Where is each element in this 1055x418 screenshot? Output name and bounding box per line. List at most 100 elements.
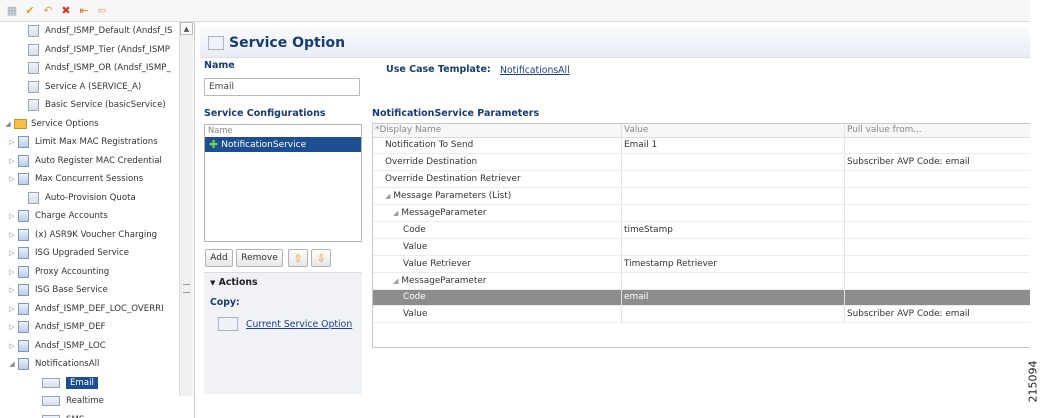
service-config-item[interactable]: ✚ NotificationService: [205, 137, 361, 152]
add-button[interactable]: Add: [205, 249, 233, 267]
cell-value[interactable]: [622, 238, 845, 255]
document-icon: [18, 210, 29, 223]
use-case-link[interactable]: NotificationsAll: [500, 65, 570, 76]
cell-pull-value[interactable]: [845, 239, 1030, 255]
cell-pull-value[interactable]: Subscriber AVP Code: email: [845, 306, 1030, 322]
collapsed-twisty-icon[interactable]: ▷: [8, 212, 16, 220]
copy-action[interactable]: Current Service Option: [218, 317, 362, 331]
cell-value[interactable]: [622, 205, 845, 221]
move-up-button[interactable]: ⇧: [288, 249, 308, 267]
collapsed-twisty-icon[interactable]: ▷: [8, 175, 16, 183]
tree-item[interactable]: ▷ (x) ASR9K Voucher Charging: [0, 226, 194, 245]
save-icon[interactable]: ✔: [24, 5, 36, 17]
collapsed-twisty-icon[interactable]: ▷: [8, 249, 16, 257]
column-header-display-name[interactable]: *Display Name: [373, 124, 622, 137]
copy-icon[interactable]: ⇤: [78, 5, 90, 17]
table-row[interactable]: Override Destination Retriever: [373, 171, 1030, 189]
scroll-up-icon[interactable]: ▲: [180, 22, 193, 35]
collapsed-twisty-icon[interactable]: ▷: [8, 286, 16, 294]
table-row[interactable]: ◢ Message Parameters (List): [373, 188, 1030, 206]
table-row[interactable]: Code email: [373, 289, 1030, 307]
delete-icon[interactable]: ✖: [60, 5, 72, 17]
tree-item-label: Service Options: [31, 118, 99, 129]
collapsed-twisty-icon[interactable]: ▷: [8, 231, 16, 239]
cell-pull-value[interactable]: [845, 290, 1030, 306]
cell-pull-value[interactable]: [845, 171, 1030, 187]
tree-item[interactable]: ▷ Auto Register MAC Credential: [0, 152, 194, 171]
move-down-button[interactable]: ⇩: [311, 249, 331, 267]
expanded-twisty-icon[interactable]: ◢: [8, 360, 16, 368]
tree-item[interactable]: ▷ Proxy Accounting: [0, 263, 194, 282]
cell-value[interactable]: email: [622, 289, 845, 306]
table-row[interactable]: ◢ MessageParameter: [373, 272, 1030, 290]
tree-item[interactable]: ▷ Andsf_ISMP_LOC: [0, 337, 194, 356]
name-input[interactable]: Email: [204, 78, 360, 96]
tree-item[interactable]: ▷ Andsf_ISMP_DEF_LOC_OVERRI: [0, 300, 194, 319]
table-row[interactable]: Value: [373, 238, 1030, 256]
tree-item[interactable]: ▷ ISG Base Service: [0, 281, 194, 300]
tree-item[interactable]: Basic Service (basicService): [0, 96, 194, 115]
tree-item-label: Max Concurrent Sessions: [35, 174, 144, 185]
table-row[interactable]: Override Destination Subscriber AVP Code:…: [373, 154, 1030, 172]
tree-item[interactable]: ◢ NotificationsAll: [0, 355, 194, 374]
collapsed-twisty-icon[interactable]: ▷: [8, 342, 16, 350]
column-header-value[interactable]: Value: [622, 124, 845, 137]
tree-item[interactable]: Realtime: [0, 392, 194, 411]
main-panel: Service Option Name Email Use Case Templ…: [200, 22, 1030, 418]
tree-scrollbar[interactable]: ▲: [179, 22, 193, 396]
expanded-twisty-icon[interactable]: ◢: [385, 192, 390, 200]
tree-item[interactable]: ▷ Max Concurrent Sessions: [0, 170, 194, 189]
tree-item[interactable]: ▷ Andsf_ISMP_DEF: [0, 318, 194, 337]
tree-item[interactable]: ◢ Service Options: [0, 115, 194, 134]
tree-item[interactable]: Andsf_ISMP_OR (Andsf_ISMP_: [0, 59, 194, 78]
tree-item[interactable]: Auto-Provision Quota: [0, 189, 194, 208]
expanded-twisty-icon[interactable]: ◢: [4, 120, 12, 128]
cell-value[interactable]: [622, 188, 845, 205]
tree-item[interactable]: ▷ Limit Max MAC Registrations: [0, 133, 194, 152]
cell-value[interactable]: Timestamp Retriever: [622, 255, 845, 272]
tree-item[interactable]: Andsf_ISMP_Tier (Andsf_ISMP: [0, 41, 194, 60]
cell-pull-value[interactable]: [845, 273, 1030, 289]
cell-display-name-text: Override Destination Retriever: [385, 174, 521, 185]
cell-pull-value[interactable]: Subscriber AVP Code: email: [845, 154, 1030, 170]
cell-value[interactable]: timeStamp: [622, 221, 845, 238]
cell-value[interactable]: [622, 272, 845, 289]
cell-pull-value[interactable]: [845, 188, 1030, 204]
table-row[interactable]: Notification To Send Email 1: [373, 137, 1030, 155]
cell-pull-value[interactable]: [845, 205, 1030, 221]
tree-item[interactable]: ▷ Charge Accounts: [0, 207, 194, 226]
expanded-twisty-icon[interactable]: ◢: [393, 209, 398, 217]
table-row[interactable]: ◢ MessageParameter: [373, 205, 1030, 222]
cell-display-name-text: Override Destination: [385, 157, 478, 168]
actions-header[interactable]: ▼ Actions: [204, 273, 362, 288]
remove-button[interactable]: Remove: [236, 249, 283, 267]
undo-icon[interactable]: ↶: [42, 5, 54, 17]
select-icon[interactable]: ▦: [6, 5, 18, 17]
collapsed-twisty-icon[interactable]: ▷: [8, 323, 16, 331]
cell-pull-value[interactable]: [845, 222, 1030, 238]
collapsed-twisty-icon[interactable]: ▷: [8, 138, 16, 146]
copy-current-service-link[interactable]: Current Service Option: [246, 319, 352, 330]
tree-item[interactable]: SMS: [0, 411, 194, 418]
cell-value[interactable]: Email 1: [622, 137, 845, 154]
tree-item[interactable]: ▷ ISG Upgraded Service: [0, 244, 194, 263]
cell-pull-value[interactable]: [845, 138, 1030, 154]
scroll-grip-icon[interactable]: [183, 284, 190, 293]
column-header-pull-value[interactable]: Pull value from...: [845, 124, 1030, 137]
cell-display-name-text: MessageParameter: [401, 275, 487, 286]
tree-item[interactable]: Service A (SERVICE_A): [0, 78, 194, 97]
expanded-twisty-icon[interactable]: ◢: [393, 277, 398, 285]
cell-value[interactable]: [622, 154, 845, 171]
table-row[interactable]: Value Retriever Timestamp Retriever: [373, 255, 1030, 273]
collapsed-twisty-icon[interactable]: ▷: [8, 157, 16, 165]
tree-item[interactable]: Email: [0, 374, 194, 393]
collapsed-twisty-icon[interactable]: ▷: [8, 305, 16, 313]
paste-icon[interactable]: ⇦: [96, 5, 108, 17]
cell-value[interactable]: [622, 306, 845, 323]
collapsed-twisty-icon[interactable]: ▷: [8, 268, 16, 276]
cell-pull-value[interactable]: [845, 256, 1030, 272]
tree-item[interactable]: Andsf_ISMP_Default (Andsf_IS: [0, 22, 194, 41]
table-row[interactable]: Code timeStamp: [373, 221, 1030, 239]
cell-value[interactable]: [622, 171, 845, 188]
table-row[interactable]: Value Subscriber AVP Code: email: [373, 306, 1030, 324]
